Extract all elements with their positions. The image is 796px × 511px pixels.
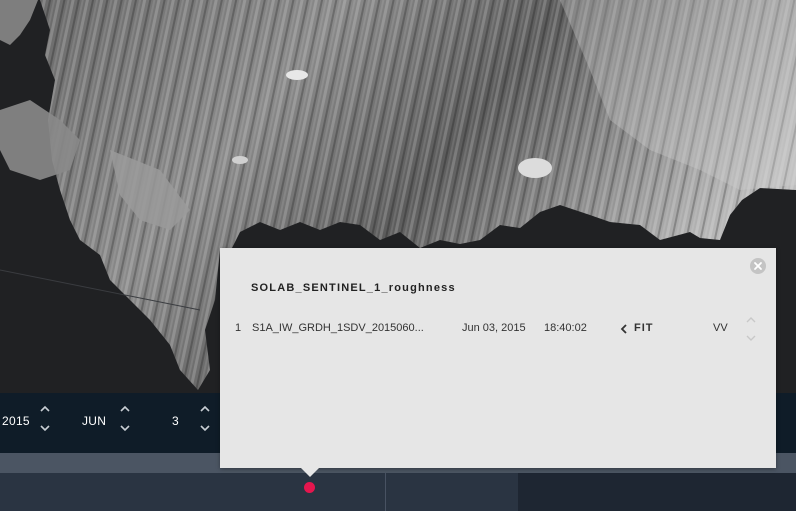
chevron-up-icon bbox=[40, 405, 50, 412]
chevron-up-icon bbox=[746, 317, 756, 323]
chevron-down-icon bbox=[746, 335, 756, 341]
granule-popup: SOLAB_SENTINEL_1_roughness 1 S1A_IW_GRDH… bbox=[220, 248, 776, 468]
chevron-left-icon bbox=[620, 324, 627, 334]
month-field: JUN bbox=[70, 393, 150, 453]
timeline-future-range bbox=[518, 473, 796, 511]
polarization-up-button[interactable] bbox=[745, 316, 757, 326]
month-down-button[interactable] bbox=[118, 425, 132, 437]
timeline-track[interactable] bbox=[0, 473, 796, 511]
year-value: 2015 bbox=[2, 414, 30, 428]
granule-time: 18:40:02 bbox=[544, 322, 587, 334]
timeline-granule-marker[interactable] bbox=[304, 482, 315, 493]
chevron-up-icon bbox=[200, 405, 210, 412]
polarization-value: VV bbox=[713, 322, 728, 334]
granule-name: S1A_IW_GRDH_1SDV_2015060... bbox=[252, 322, 424, 334]
day-value: 3 bbox=[172, 414, 179, 428]
year-down-button[interactable] bbox=[38, 425, 52, 437]
granule-index: 1 bbox=[235, 322, 242, 334]
day-up-button[interactable] bbox=[198, 405, 212, 417]
year-up-button[interactable] bbox=[38, 405, 52, 417]
granule-date: Jun 03, 2015 bbox=[462, 322, 526, 334]
popup-pointer bbox=[300, 467, 320, 477]
layer-title: SOLAB_SENTINEL_1_roughness bbox=[251, 282, 456, 294]
polarization-down-button[interactable] bbox=[745, 334, 757, 344]
month-up-button[interactable] bbox=[118, 405, 132, 417]
fit-label: FIT bbox=[634, 322, 654, 334]
day-down-button[interactable] bbox=[198, 425, 212, 437]
chevron-down-icon bbox=[200, 425, 210, 432]
chevron-down-icon bbox=[40, 425, 50, 432]
month-value: JUN bbox=[82, 414, 107, 428]
chevron-down-icon bbox=[120, 425, 130, 432]
close-button[interactable] bbox=[750, 258, 766, 274]
year-field: 2015 bbox=[0, 393, 70, 453]
timeline-tick bbox=[385, 473, 386, 511]
day-field: 3 bbox=[150, 393, 220, 453]
chevron-up-icon bbox=[120, 405, 130, 412]
granule-row[interactable]: 1 S1A_IW_GRDH_1SDV_2015060... Jun 03, 20… bbox=[220, 317, 776, 341]
close-circle-icon bbox=[754, 262, 762, 270]
